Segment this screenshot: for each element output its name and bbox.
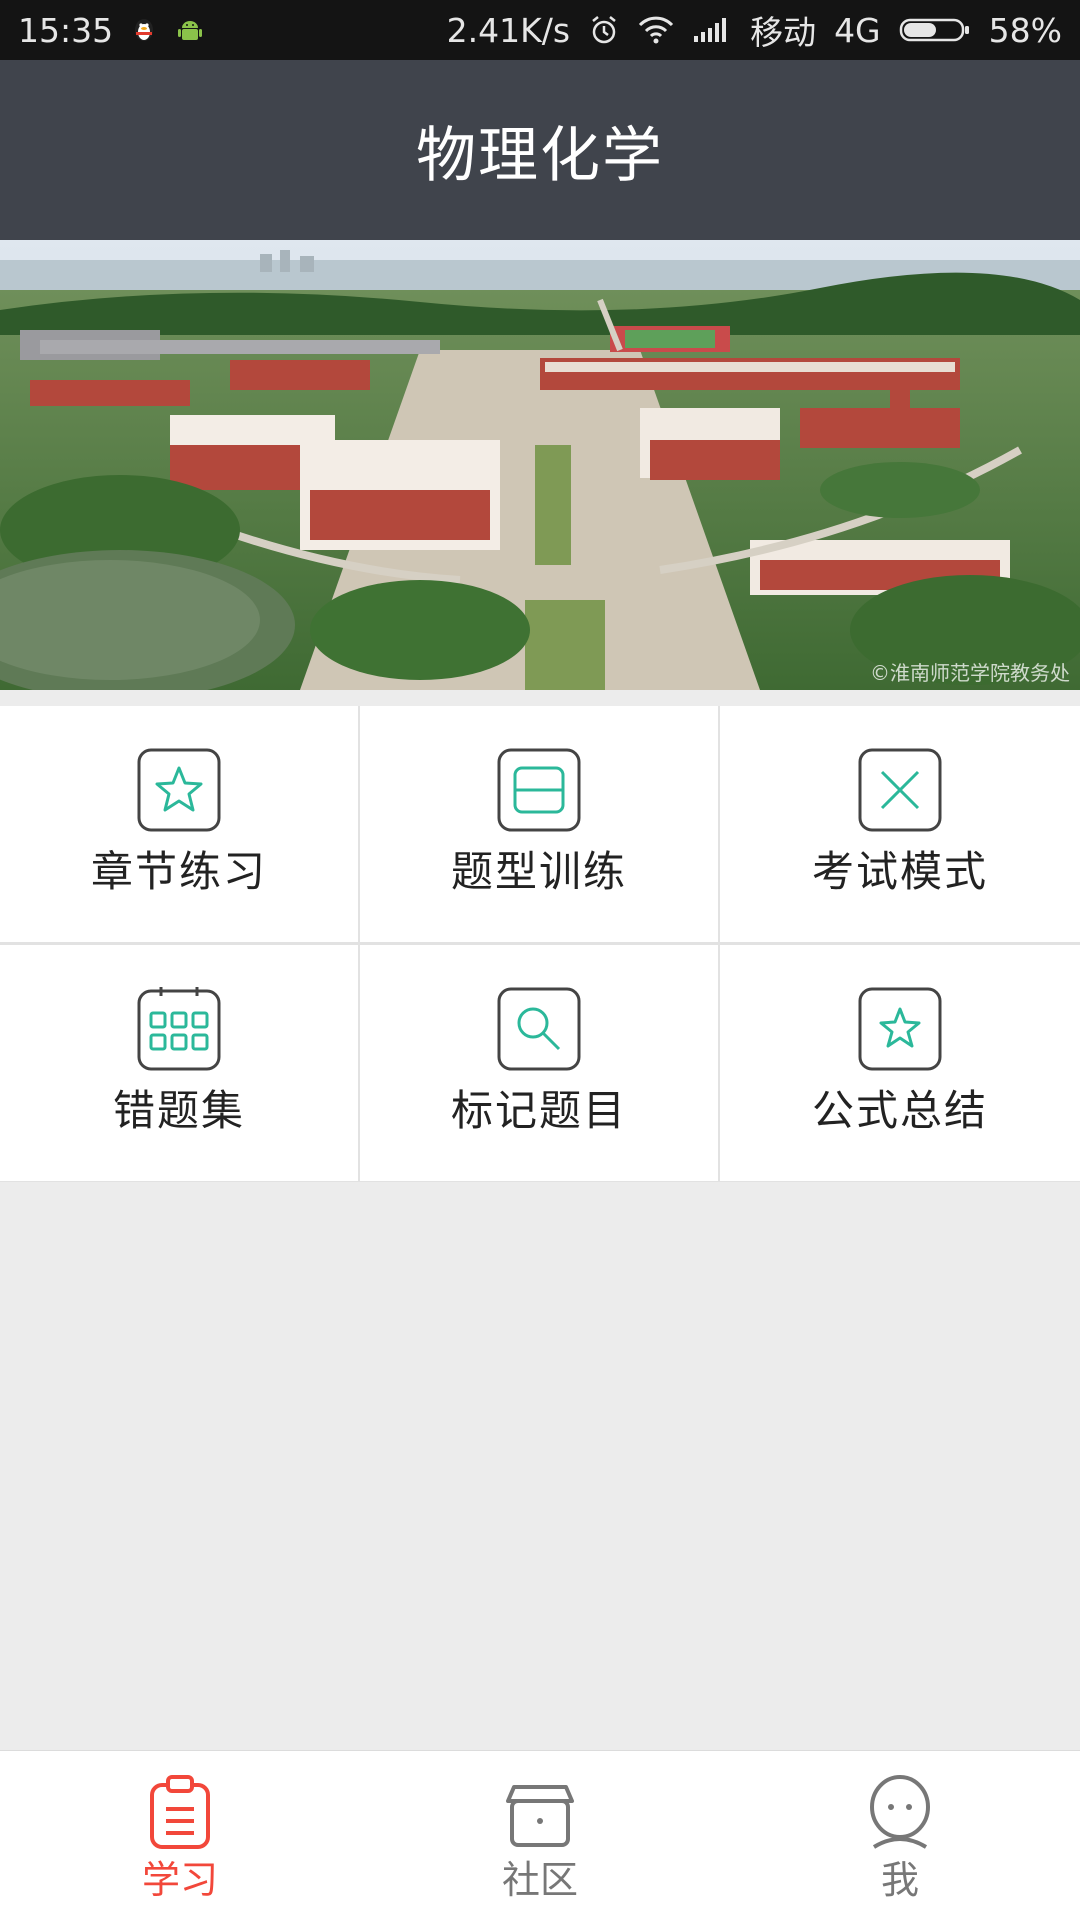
status-time: 15:35 — [18, 10, 114, 50]
menu-item-label: 考试模式 — [811, 847, 988, 896]
qq-penguin-icon — [129, 15, 159, 45]
menu-item-wrong-questions[interactable]: 错题集 — [0, 945, 358, 1181]
banner-watermark: ©淮南师范学院教务处 — [870, 661, 1070, 685]
menu-item-label: 题型训练 — [450, 847, 627, 896]
menu-item-label: 公式总结 — [811, 1086, 988, 1135]
wifi-icon — [638, 15, 674, 45]
menu-item-chapter-practice[interactable]: 章节练习 — [0, 706, 358, 942]
android-icon — [175, 15, 205, 45]
bottom-nav: 学习 社区 我 — [0, 1750, 1080, 1920]
menu-item-formula-summary[interactable]: 公式总结 — [720, 945, 1080, 1181]
feature-grid: 章节练习 题型训练 考试模式 错题集 标记题目 公式总结 — [0, 706, 1080, 1182]
menu-item-label: 章节练习 — [90, 847, 267, 896]
menu-item-exam-mode[interactable]: 考试模式 — [720, 706, 1080, 942]
battery-percent: 58% — [988, 10, 1062, 50]
nav-tab-community[interactable]: 社区 — [360, 1751, 720, 1920]
clipboard-icon — [150, 1775, 210, 1849]
menu-item-marked-questions[interactable]: 标记题目 — [360, 945, 718, 1181]
nav-tab-me[interactable]: 我 — [720, 1751, 1080, 1920]
menu-item-label: 标记题目 — [450, 1086, 627, 1135]
app-screen: 15:35 2.41K/s 移动 4G 58% 物理化学 ©淮南师范学院教务处 … — [0, 0, 1080, 1920]
network-type: 4G — [834, 10, 881, 50]
net-speed: 2.41K/s — [446, 10, 571, 50]
box-icon — [506, 1785, 574, 1847]
menu-item-question-type-training[interactable]: 题型训练 — [360, 706, 718, 942]
menu-item-label: 错题集 — [112, 1086, 245, 1135]
nav-tab-label: 社区 — [501, 1858, 578, 1902]
card-icon — [497, 748, 581, 832]
carrier-name: 移动 — [750, 13, 817, 52]
search-icon — [497, 987, 581, 1071]
status-bar: 15:35 2.41K/s 移动 4G 58% — [0, 0, 1080, 60]
page-title: 物理化学 — [416, 120, 664, 191]
campus-banner-image[interactable]: ©淮南师范学院教务处 — [0, 240, 1080, 690]
nav-tab-label: 我 — [880, 1858, 919, 1902]
star-icon — [137, 748, 221, 832]
alarm-icon — [588, 14, 620, 46]
nav-tab-label: 学习 — [141, 1858, 218, 1902]
calendar-grid-icon — [137, 987, 221, 1071]
battery-icon — [899, 15, 971, 45]
title-bar: 物理化学 — [0, 60, 1080, 240]
star-icon — [858, 987, 942, 1071]
signal-icon — [692, 16, 732, 44]
profile-icon — [870, 1775, 930, 1849]
close-x-icon — [858, 748, 942, 832]
nav-tab-study[interactable]: 学习 — [0, 1751, 360, 1920]
